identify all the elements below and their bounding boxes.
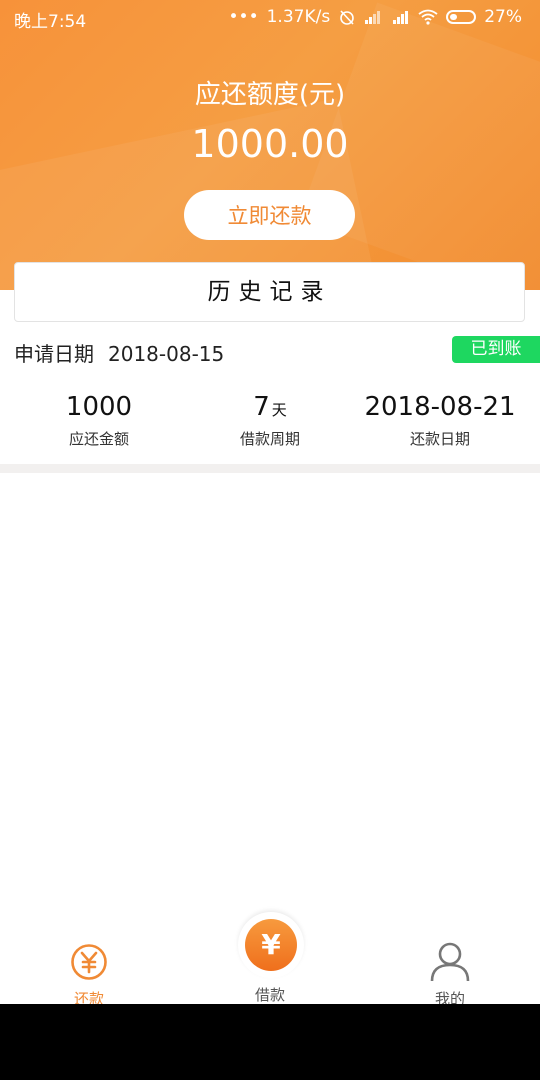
repay-now-button[interactable]: 立即还款 [184, 190, 355, 240]
battery-level: 27% [484, 7, 522, 27]
yuan-circle-icon [71, 944, 107, 980]
borrow-center-button[interactable]: ¥ [238, 912, 304, 978]
repay-date-label: 还款日期 [409, 430, 470, 448]
stat-amount: 1000 应还金额 [9, 392, 189, 449]
repay-date-value: 2018-08-21 [364, 392, 516, 422]
status-bar: 晚上7:54 ••• 1.37K/s 27% [0, 0, 540, 34]
wifi-icon [418, 9, 438, 25]
status-badge: 已到账 [452, 336, 540, 363]
tab-borrow-label: 借款 [254, 986, 285, 1004]
more-dots-icon: ••• [228, 7, 259, 27]
status-icons: ••• 1.37K/s 27% [229, 7, 522, 27]
tab-repay[interactable]: 还款 [29, 942, 149, 1009]
bottom-tab-bar: 还款 ¥ 借款 我的 [0, 912, 540, 1008]
system-nav-bar [0, 1004, 540, 1080]
due-amount-value: 1000.00 [191, 122, 349, 166]
yuan-coin-icon: ¥ [245, 919, 297, 971]
period-unit: 天 [271, 401, 287, 419]
user-icon [430, 942, 470, 982]
history-records-header: 历史记录 [14, 262, 525, 322]
period-row: 7天 [180, 392, 360, 422]
apply-date-row: 申请日期 2018-08-15 [14, 338, 224, 367]
battery-icon [446, 10, 477, 24]
due-amount-title: 应还额度(元) [194, 80, 346, 110]
loan-record[interactable]: 申请日期 2018-08-15 已到账 1000 应还金额 7天 借款周期 201… [0, 330, 540, 464]
hd-signal-icon [393, 11, 409, 24]
stat-period: 7天 借款周期 [180, 392, 360, 449]
stat-repay-date: 2018-08-21 还款日期 [350, 392, 530, 449]
signal-icon [365, 11, 381, 24]
period-value: 7 [253, 392, 270, 422]
period-label: 借款周期 [239, 430, 300, 448]
alarm-off-icon [340, 10, 355, 25]
apply-date-value: 2018-08-15 [108, 342, 225, 366]
section-divider [0, 464, 540, 473]
header-banner: 晚上7:54 ••• 1.37K/s 27% 应还额度(元) 1000.00 立… [0, 0, 540, 290]
amount-label: 应还金额 [68, 430, 129, 448]
apply-date-label: 申请日期 [14, 342, 94, 366]
tab-mine[interactable]: 我的 [390, 940, 510, 1009]
amount-value: 1000 [65, 392, 133, 422]
network-speed: 1.37K/s [266, 7, 331, 27]
status-time: 晚上7:54 [14, 12, 87, 32]
